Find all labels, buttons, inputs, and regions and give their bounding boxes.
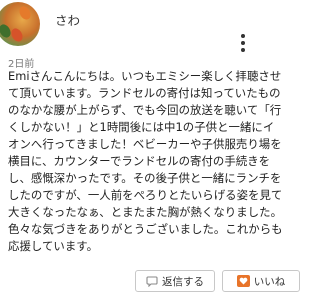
avatar-leaf-shape <box>9 26 25 44</box>
reply-button[interactable]: 返信する <box>135 270 215 292</box>
reply-button-label: 返信する <box>162 275 204 288</box>
comment-actions: 返信する いいね <box>0 266 300 296</box>
like-button-label: いいね <box>253 275 286 288</box>
heart-icon <box>236 275 250 287</box>
user-avatar[interactable] <box>0 2 40 46</box>
more-options-icon[interactable] <box>238 34 248 56</box>
like-button[interactable]: いいね <box>222 270 300 292</box>
avatar-leaf-shape <box>17 4 33 22</box>
username[interactable]: さわ <box>55 10 80 29</box>
comment-body: Emiさんこんにちは。いつもエミシー楽しく拝聴させて頂いています。ランドセルの寄… <box>8 69 283 253</box>
speech-bubble-icon <box>146 275 158 287</box>
comment-header: さわ 2日前 <box>0 0 300 70</box>
